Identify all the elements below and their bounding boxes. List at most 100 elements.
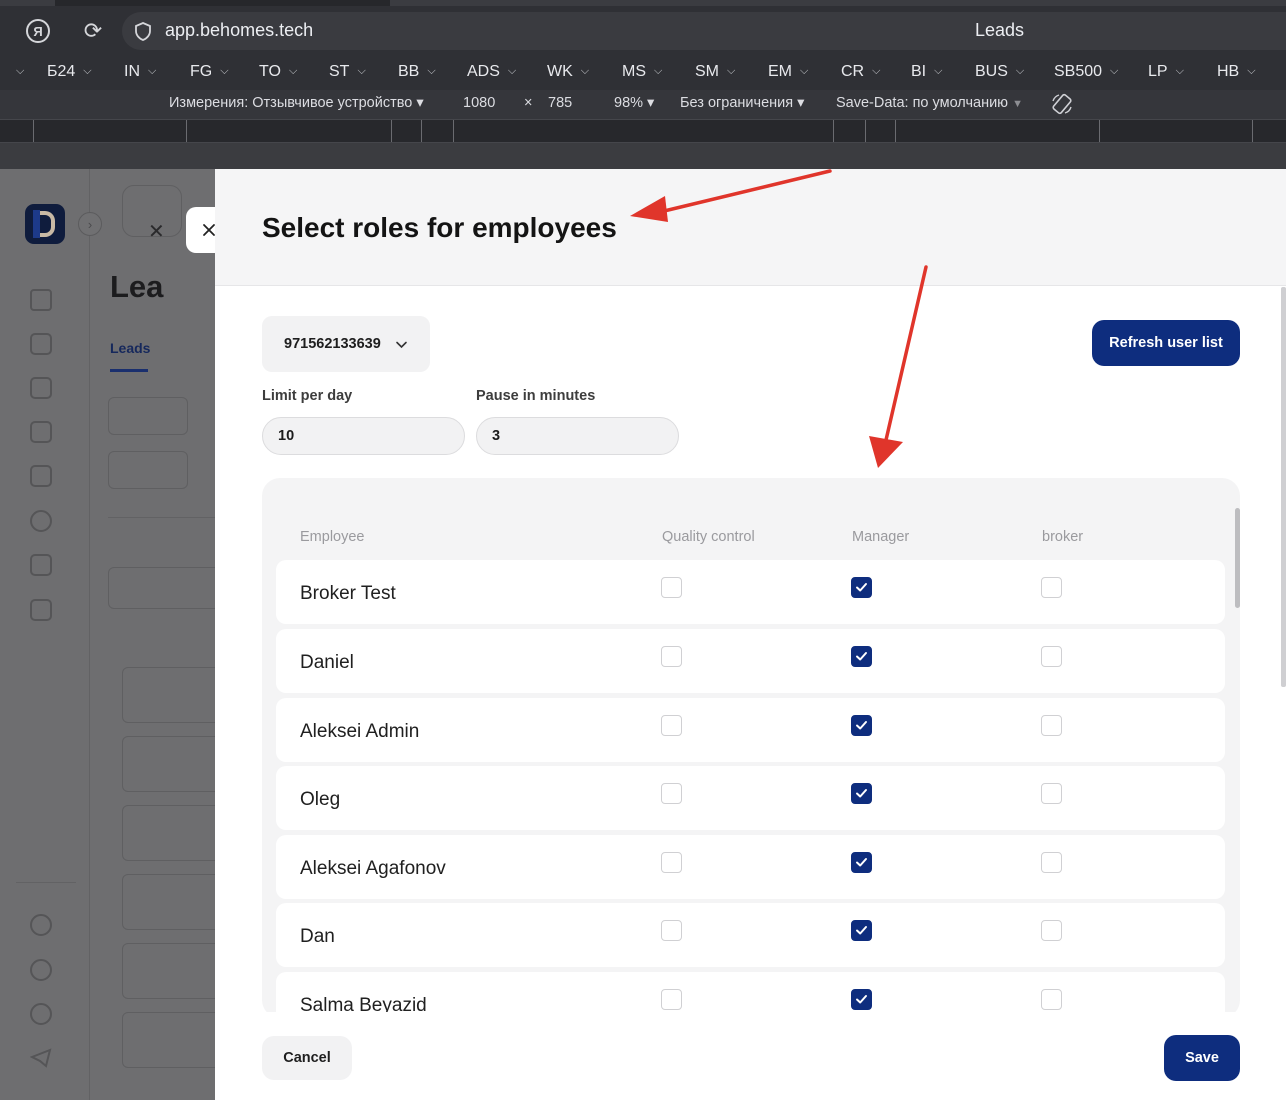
- reload-icon[interactable]: ⟳: [80, 18, 106, 44]
- tab-leads[interactable]: Leads: [110, 340, 150, 356]
- manager-checkbox[interactable]: [851, 646, 872, 667]
- briefcase-icon[interactable]: [30, 599, 52, 621]
- broker-checkbox[interactable]: [1041, 715, 1062, 736]
- manager-checkbox[interactable]: [851, 577, 872, 598]
- add-icon[interactable]: [30, 1003, 52, 1025]
- zoom-select[interactable]: 98% ▾: [614, 95, 654, 111]
- close-icon[interactable]: ✕: [148, 219, 165, 244]
- manager-checkbox[interactable]: [851, 715, 872, 736]
- bookmark-label: BB: [398, 63, 420, 80]
- table-row: Dan: [276, 903, 1225, 967]
- checkmark-icon: [856, 583, 867, 592]
- cancel-button[interactable]: Cancel: [262, 1036, 352, 1080]
- broker-checkbox[interactable]: [1041, 920, 1062, 941]
- quality-control-checkbox[interactable]: [661, 577, 682, 598]
- bookmark-folder[interactable]: Б24 ⌵: [47, 63, 92, 81]
- modal-scrollbar[interactable]: [1281, 287, 1286, 687]
- list-item[interactable]: [122, 943, 215, 999]
- building-icon[interactable]: [30, 333, 52, 355]
- broker-checkbox[interactable]: [1041, 852, 1062, 873]
- select-all-row[interactable]: [108, 567, 215, 609]
- bookmarks-overflow-chevron-icon[interactable]: ⌵: [8, 63, 24, 81]
- table-scrollbar[interactable]: [1235, 508, 1240, 608]
- bookmark-folder[interactable]: CR ⌵: [841, 63, 880, 81]
- list-item[interactable]: [122, 874, 215, 930]
- checkmark-icon: [856, 652, 867, 661]
- bookmark-folder[interactable]: BI ⌵: [911, 63, 942, 81]
- active-tab[interactable]: [55, 0, 390, 6]
- quality-control-checkbox[interactable]: [661, 646, 682, 667]
- clipboard-icon[interactable]: [30, 377, 52, 399]
- app-logo[interactable]: [25, 204, 65, 244]
- bookmark-folder[interactable]: BUS ⌵: [975, 63, 1024, 81]
- bookmark-label: ADS: [467, 63, 500, 80]
- broker-checkbox[interactable]: [1041, 989, 1062, 1010]
- image-icon[interactable]: [30, 465, 52, 487]
- bookmark-folder[interactable]: IN ⌵: [124, 63, 156, 81]
- help-icon[interactable]: [30, 959, 52, 981]
- list-item[interactable]: [122, 667, 215, 723]
- save-data-select[interactable]: Save-Data: по умолчанию ▼: [836, 95, 1023, 111]
- bookmark-folder[interactable]: FG ⌵: [190, 63, 229, 81]
- refresh-user-list-button[interactable]: Refresh user list: [1092, 320, 1240, 366]
- table-row: Aleksei Admin: [276, 698, 1225, 762]
- presentation-icon[interactable]: [30, 421, 52, 443]
- column-header-manager: Manager: [852, 529, 910, 545]
- limit-per-day-input[interactable]: [262, 417, 465, 455]
- manager-checkbox[interactable]: [851, 920, 872, 941]
- sidebar-expand-icon[interactable]: ›: [78, 212, 102, 236]
- bookmark-label: LP: [1148, 63, 1168, 80]
- broker-checkbox[interactable]: [1041, 646, 1062, 667]
- chevron-down-icon: ⌵: [357, 65, 366, 77]
- bookmark-folder[interactable]: BB ⌵: [398, 63, 436, 81]
- quality-control-checkbox[interactable]: [661, 783, 682, 804]
- list-item[interactable]: [122, 736, 215, 792]
- bookmark-folder[interactable]: LP ⌵: [1148, 63, 1184, 81]
- url-text[interactable]: app.behomes.tech: [165, 20, 313, 41]
- save-button[interactable]: Save: [1164, 1035, 1240, 1081]
- quality-control-checkbox[interactable]: [661, 715, 682, 736]
- video-icon[interactable]: [30, 554, 52, 576]
- chat-icon[interactable]: [30, 914, 52, 936]
- quality-control-checkbox[interactable]: [661, 989, 682, 1010]
- bookmark-label: WK: [547, 63, 573, 80]
- bookmark-folder[interactable]: TO ⌵: [259, 63, 297, 81]
- sidebar-divider: [89, 169, 90, 1100]
- table-row: Broker Test: [276, 560, 1225, 624]
- bookmark-folder[interactable]: EM ⌵: [768, 63, 808, 81]
- device-width-input[interactable]: 1080: [463, 95, 495, 111]
- manager-checkbox[interactable]: [851, 852, 872, 873]
- media-query-ruler[interactable]: [0, 119, 1286, 143]
- chevron-down-icon: ⌵: [1247, 65, 1256, 77]
- list-item[interactable]: [122, 1012, 215, 1068]
- device-dimensions-select[interactable]: Измерения: Отзывчивое устройство ▾: [169, 95, 424, 111]
- rotate-device-icon[interactable]: [1050, 92, 1074, 116]
- device-height-input[interactable]: 785: [548, 95, 572, 111]
- pause-in-minutes-input[interactable]: [476, 417, 679, 455]
- pen-icon[interactable]: [30, 510, 52, 532]
- columns-button[interactable]: [108, 451, 188, 489]
- chevron-down-icon: ⌵: [507, 65, 517, 77]
- list-item[interactable]: [122, 805, 215, 861]
- phone-number-select[interactable]: 971562133639: [262, 316, 430, 372]
- bookmark-folder[interactable]: SB500 ⌵: [1054, 63, 1118, 81]
- telegram-icon[interactable]: [29, 1047, 52, 1069]
- broker-checkbox[interactable]: [1041, 783, 1062, 804]
- bookmark-folder[interactable]: WK ⌵: [547, 63, 589, 81]
- quality-control-checkbox[interactable]: [661, 852, 682, 873]
- modal-title: Select roles for employees: [262, 212, 617, 243]
- bookmark-folder[interactable]: ADS ⌵: [467, 63, 516, 81]
- home-icon[interactable]: [30, 289, 52, 311]
- manager-checkbox[interactable]: [851, 989, 872, 1010]
- throttle-select[interactable]: Без ограничения ▾: [680, 95, 804, 111]
- bookmark-folder[interactable]: HB ⌵: [1217, 63, 1256, 81]
- quality-control-checkbox[interactable]: [661, 920, 682, 941]
- yandex-browser-icon[interactable]: Я: [26, 19, 50, 43]
- filter-button[interactable]: [108, 397, 188, 435]
- bookmark-folder[interactable]: MS ⌵: [622, 63, 662, 81]
- bookmark-folder[interactable]: ST ⌵: [329, 63, 366, 81]
- broker-checkbox[interactable]: [1041, 577, 1062, 598]
- shield-icon[interactable]: [135, 22, 151, 41]
- bookmark-folder[interactable]: SM ⌵: [695, 63, 735, 81]
- manager-checkbox[interactable]: [851, 783, 872, 804]
